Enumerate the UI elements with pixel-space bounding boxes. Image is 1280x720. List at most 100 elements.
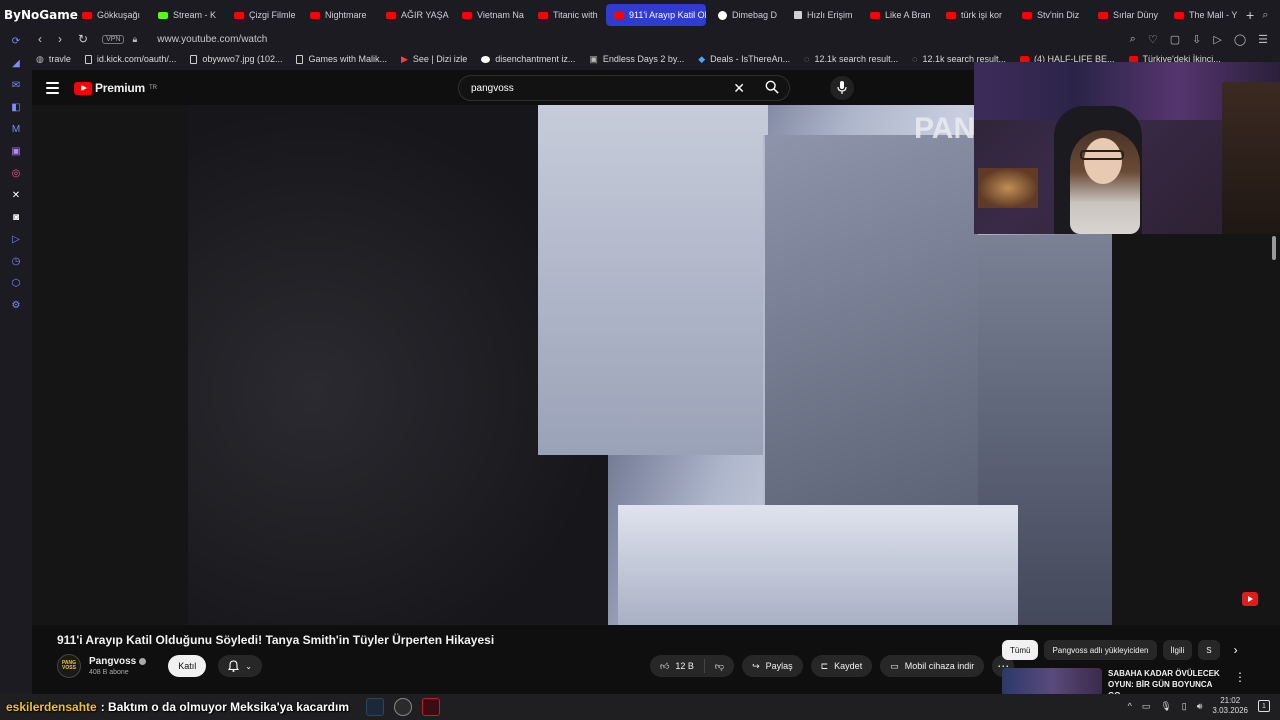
tab[interactable]: Titanic with	[530, 4, 602, 26]
bookmark-item[interactable]: ▣ Endless Days 2 by...	[589, 54, 684, 65]
channel-avatar[interactable]: PANG VOSS	[57, 654, 81, 678]
url-field[interactable]: www.youtube.com/watch	[157, 34, 267, 45]
bookmark-icon[interactable]: ♡	[1148, 33, 1158, 46]
opera-gx-taskbar-icon[interactable]	[422, 698, 440, 716]
voice-search-button[interactable]	[830, 76, 854, 100]
device-icon: ▭	[890, 660, 899, 671]
webcam-overlay	[974, 62, 1280, 234]
tab[interactable]: Stv'nin Diz	[1014, 4, 1086, 26]
subscription-bell-button[interactable]: ⌄	[218, 655, 262, 677]
search-icon[interactable]	[765, 80, 779, 94]
discord-icon[interactable]: ◙	[9, 210, 23, 224]
battery-icon[interactable]: ▯	[1182, 701, 1187, 712]
tab[interactable]: Çizgi Filmle	[226, 4, 298, 26]
bynogame-logo: ByNoGame	[4, 8, 78, 22]
menu-icon[interactable]: ☰	[1258, 33, 1268, 46]
reload-sidebar-icon[interactable]: ⟳	[9, 34, 23, 48]
snapshot-icon[interactable]: ▢	[1170, 33, 1180, 46]
history-icon[interactable]: ◷	[9, 254, 23, 268]
google-favicon	[718, 10, 727, 20]
notification-icon[interactable]: 1	[1258, 700, 1270, 712]
filter-chip[interactable]: Pangvoss adlı yükleyiciden	[1044, 640, 1157, 660]
download-icon[interactable]: ⇩	[1192, 33, 1201, 46]
youtube-watermark-icon[interactable]	[1242, 592, 1258, 606]
bookmark-item[interactable]: obywwo7.jpg (102...	[190, 54, 282, 64]
tab[interactable]: Sırlar Düny	[1090, 4, 1162, 26]
tab-active[interactable]: 911'i Arayıp Katil Old	[606, 4, 706, 26]
network-icon[interactable]: ▭	[1142, 701, 1151, 712]
bookmark-item[interactable]: ◆ Deals - IsThereAn...	[698, 54, 790, 65]
mail-icon[interactable]: M	[9, 122, 23, 136]
telegram-icon[interactable]: ◢	[9, 56, 23, 70]
tab[interactable]: The Mall - Y	[1166, 4, 1238, 26]
chevron-right-icon[interactable]: ›	[1234, 643, 1238, 657]
video-actions: 👍︎ 12 B 👎︎ ↪ Paylaş ⊏ Kaydet ▭ Mobil cihaza…	[650, 655, 1015, 677]
share-button[interactable]: ↪ Paylaş	[742, 655, 803, 677]
tab[interactable]: AĞIR YAŞA	[378, 4, 450, 26]
x-icon[interactable]: ✕	[9, 188, 23, 202]
back-icon[interactable]: ‹	[38, 32, 42, 46]
tab[interactable]: Gökkuşağı	[74, 4, 146, 26]
bookmark-item[interactable]: disenchantment iz...	[481, 54, 575, 64]
tab[interactable]: Stream - K	[150, 4, 222, 26]
twitch-icon[interactable]: ▣	[9, 144, 23, 158]
filter-chip[interactable]: Tümü	[1002, 640, 1039, 660]
gamepad-icon[interactable]: ◧	[9, 100, 23, 114]
bookmark-item[interactable]: ◍ travle	[36, 54, 71, 65]
play-sidebar-icon[interactable]: ▷	[9, 232, 23, 246]
youtube-favicon	[310, 11, 320, 19]
like-button[interactable]: 👍︎ 12 B	[650, 659, 705, 673]
logo-text: Premium	[95, 81, 145, 95]
search-icon: ◌	[912, 54, 918, 64]
player-icon[interactable]: ▷	[1213, 33, 1221, 46]
search-tabs-icon[interactable]: ⌕	[1262, 9, 1268, 22]
obs-taskbar-icon[interactable]	[394, 698, 412, 716]
vpn-badge[interactable]: VPN	[102, 34, 125, 44]
recommendation-thumbnail[interactable]	[1002, 668, 1102, 696]
search-box[interactable]: pangvoss ✕	[458, 75, 790, 101]
dislike-button[interactable]: 👎︎	[705, 661, 734, 672]
tab[interactable]: türk işi kor	[938, 4, 1010, 26]
profile-icon[interactable]: ◯	[1234, 33, 1246, 46]
filter-chip[interactable]: İlgili	[1162, 640, 1193, 660]
clock-date: 3.03.2026	[1212, 706, 1248, 715]
forward-icon[interactable]: ›	[58, 32, 62, 46]
new-tab-button[interactable]: +	[1238, 7, 1262, 23]
bookmark-item[interactable]: ◌ 12.1k search result...	[804, 54, 898, 64]
chat-username: eskilerdensahte	[6, 700, 97, 714]
extensions-icon[interactable]: ⬡	[9, 276, 23, 290]
steam-taskbar-icon[interactable]	[366, 698, 384, 716]
bookmark-item[interactable]: ▶ See | Dizi izle	[401, 54, 467, 65]
tray-chevron-icon[interactable]: ^	[1128, 701, 1132, 711]
instagram-icon[interactable]: ◎	[9, 166, 23, 180]
bookmark-item[interactable]: id.kick.com/oauth/...	[84, 54, 176, 64]
stream-chat-ticker: eskilerdensahte : Baktım o da olmuyor Me…	[0, 697, 349, 717]
tab[interactable]: Vietnam Na	[454, 4, 526, 26]
mic-tray-icon[interactable]: 🎙︎	[1160, 701, 1171, 712]
channel-name[interactable]: Pangvoss	[89, 656, 147, 667]
tab[interactable]: Hızlı Erişim	[786, 4, 858, 26]
chat-icon[interactable]: ✉	[9, 78, 23, 92]
hamburger-menu-icon[interactable]	[46, 82, 59, 94]
save-button[interactable]: ⊏ Kaydet	[810, 655, 873, 677]
bookmark-label: travle	[48, 54, 71, 64]
page-scrollbar[interactable]	[1272, 236, 1276, 260]
tab[interactable]: Nightmare	[302, 4, 374, 26]
zoom-icon[interactable]: ⌕	[1130, 33, 1136, 46]
bookmark-item[interactable]: Games with Malik...	[296, 54, 387, 64]
tab[interactable]: Like A Bran	[862, 4, 934, 26]
clear-search-icon[interactable]: ✕	[733, 80, 745, 97]
join-button[interactable]: Katıl	[168, 655, 207, 677]
tab-label: Nightmare	[325, 10, 367, 20]
tab-label: Titanic with	[553, 10, 598, 20]
settings-icon[interactable]: ⚙	[9, 298, 23, 312]
download-mobile-button[interactable]: ▭ Mobil cihaza indir	[880, 655, 985, 677]
youtube-premium-logo[interactable]: Premium TR	[74, 81, 157, 95]
reload-icon[interactable]: ↻	[78, 32, 88, 46]
search-input[interactable]: pangvoss	[471, 83, 514, 94]
filter-chip[interactable]: S	[1198, 640, 1220, 660]
clock[interactable]: 21:02 3.03.2026	[1212, 696, 1248, 716]
volume-icon[interactable]: 🔊︎	[1197, 701, 1203, 712]
tab[interactable]: Dimebag D	[710, 4, 782, 26]
recommendation-menu-icon[interactable]: ⋮	[1234, 670, 1246, 684]
